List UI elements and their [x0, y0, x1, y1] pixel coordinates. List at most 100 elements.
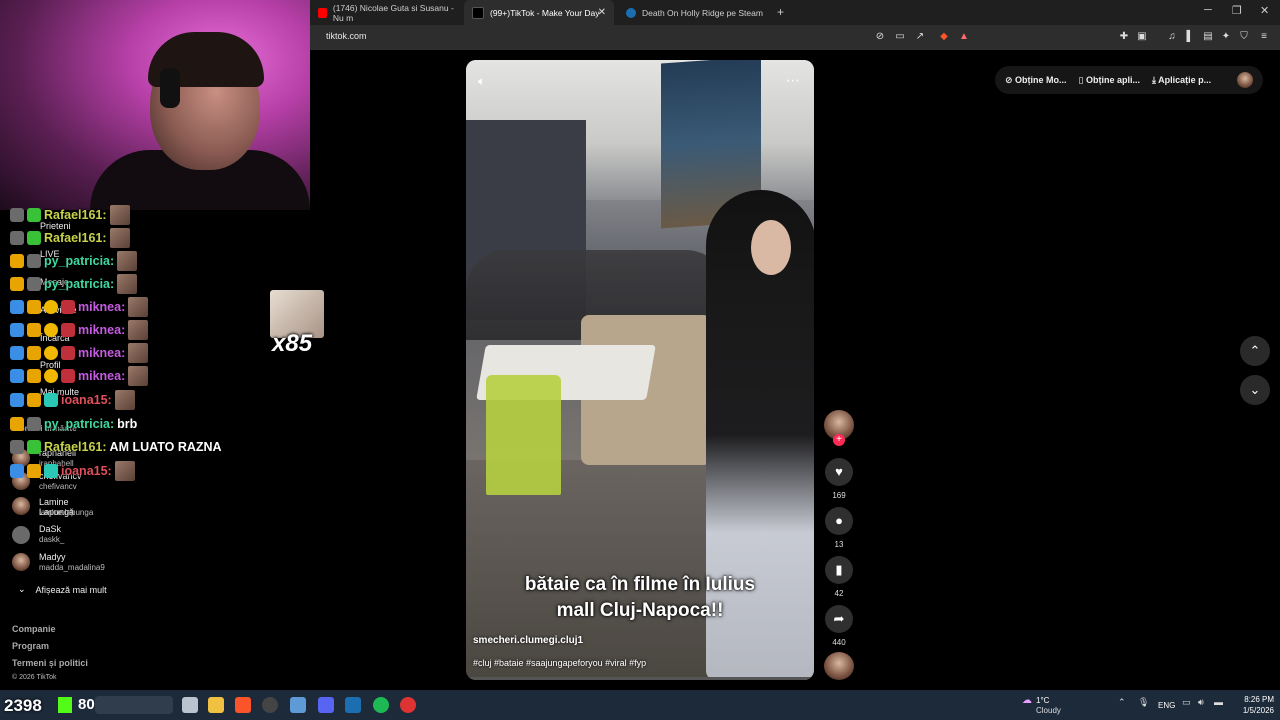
restore-icon[interactable]: ❐ — [1232, 4, 1242, 17]
weather-temp[interactable]: 1°C — [1036, 696, 1049, 705]
clock-date[interactable]: 1/5/2026 — [1234, 706, 1274, 715]
vpn-icon[interactable]: ⛉ — [1238, 31, 1250, 43]
avatar — [12, 497, 30, 515]
vip-badge-icon — [61, 346, 75, 360]
tray-chevron-up-icon[interactable]: ⌃ — [1118, 697, 1126, 708]
url-field[interactable]: tiktok.com — [326, 31, 367, 41]
video-author[interactable]: smecheri.clumegi.cluj1 — [473, 635, 583, 646]
webcam-overlay — [0, 0, 310, 210]
like-button[interactable]: ♥ — [825, 458, 853, 486]
share-button[interactable]: ➦ — [825, 605, 853, 633]
volume-tray-icon[interactable]: 🔊︎ — [1198, 697, 1204, 708]
chat-message: py_patricia: — [10, 273, 138, 295]
emote-icon — [114, 461, 135, 481]
windows-taskbar: ⌃ 🎙︎ ▭ 🔊︎ ▬ — [0, 690, 1280, 720]
chat-message: ioana15: — [10, 460, 135, 482]
clock-time[interactable]: 8:26 PM — [1234, 695, 1274, 704]
volume-icon[interactable]: 🔈︎ — [478, 74, 485, 89]
footer-terms[interactable]: Termeni și politici — [12, 658, 88, 668]
og-badge-icon — [44, 464, 58, 478]
crown-badge-icon — [27, 300, 41, 314]
account-handle: daskk_ — [39, 535, 65, 544]
more-options-icon[interactable]: ⋯ — [786, 72, 800, 89]
previous-video-button[interactable]: ⌃ — [1240, 336, 1270, 366]
get-coins-button[interactable]: ⊘ Obține Mo... — [1005, 75, 1067, 86]
footer-copyright: © 2026 TikTok — [12, 674, 57, 681]
sidebar-icon[interactable]: ▌ — [1184, 31, 1196, 43]
extensions-icon[interactable]: ✚ — [1118, 31, 1130, 43]
language-indicator[interactable]: ENG — [1158, 701, 1175, 710]
comment-button[interactable]: ● — [825, 507, 853, 535]
wallet-icon[interactable]: ▤ — [1202, 31, 1214, 43]
chat-message: py_patricia: brb — [10, 413, 137, 435]
tab-label: (99+)TikTok - Make Your Day — [490, 7, 600, 18]
sub-badge-icon — [27, 208, 41, 222]
battery-icon[interactable]: ▬ — [1214, 697, 1223, 707]
emote-icon — [117, 274, 138, 294]
video-hashtags[interactable]: #cluj #bataie #saajungapeforyou #viral #… — [473, 658, 646, 668]
network-icon[interactable]: ▭ — [1182, 697, 1191, 708]
file-explorer-icon[interactable] — [208, 697, 224, 713]
tab-label: (1746) Nicolae Guta si Susanu - Nu m — [332, 2, 454, 23]
video-scene-chair — [486, 375, 561, 495]
minimize-icon[interactable]: ─ — [1204, 4, 1212, 16]
footer-program[interactable]: Program — [12, 641, 49, 651]
taskbar-search-box[interactable] — [95, 696, 173, 714]
vip-badge-icon — [61, 300, 75, 314]
microphone-icon[interactable]: 🎙︎ — [1138, 697, 1149, 708]
chat-text: brb — [117, 417, 138, 431]
chat-username: miknea: — [78, 346, 126, 360]
menu-icon[interactable]: ≡ — [1258, 31, 1270, 43]
chat-message: py_patricia: — [10, 250, 138, 272]
next-video-button[interactable]: ⌄ — [1240, 375, 1270, 405]
get-app-button[interactable]: ▯ Obține apli... — [1079, 75, 1140, 86]
steam-icon[interactable] — [345, 697, 361, 713]
task-view-icon[interactable] — [182, 697, 198, 713]
leo-ai-icon[interactable]: ✦ — [1220, 31, 1232, 43]
sword-badge-icon — [10, 300, 24, 314]
chat-message: miknea: — [10, 319, 149, 341]
save-button[interactable]: ▮ — [825, 556, 853, 584]
address-bar: tiktok.com ⊘ ▭ ↗ ◆ ▲ ✚ ▣ ♫ ▌ ▤ ✦ ⛉ ≡ — [310, 25, 1280, 50]
sword-badge-icon — [10, 323, 24, 337]
close-tab-icon[interactable]: ✕ — [598, 7, 606, 18]
pc-app-button[interactable]: ⤓ Aplicație p... — [1152, 75, 1211, 86]
app-icon[interactable] — [400, 697, 416, 713]
chevron-up-icon: ⌃ — [1249, 343, 1261, 358]
sound-avatar[interactable] — [824, 652, 854, 680]
brave-icon[interactable] — [235, 697, 251, 713]
music-icon[interactable]: ♫ — [1166, 31, 1178, 43]
heart-icon: ♥ — [835, 464, 843, 479]
share-arrow-icon: ➦ — [833, 611, 845, 626]
obs-icon[interactable] — [262, 697, 278, 713]
spotify-icon[interactable] — [373, 697, 389, 713]
close-window-icon[interactable]: ✕ — [1260, 4, 1269, 17]
weather-cloud-icon: ☁ — [1022, 695, 1032, 706]
brave-shield-icon[interactable]: ◆ — [938, 31, 950, 43]
show-more-button[interactable]: ⌄ Afișează mai mult — [18, 584, 107, 595]
tab-youtube[interactable]: (1746) Nicolae Guta si Susanu - Nu m — [310, 0, 460, 25]
crown-badge-icon — [10, 254, 24, 268]
new-tab-button[interactable]: + — [777, 5, 784, 19]
chevron-down-icon: ⌄ — [18, 584, 26, 594]
store-icon[interactable] — [290, 697, 306, 713]
follow-plus-icon[interactable]: + — [833, 434, 845, 446]
tab-steam[interactable]: Death On Holly Ridge pe Steam — [618, 0, 768, 25]
chat-username: miknea: — [78, 323, 126, 337]
share-icon[interactable]: ↗ — [914, 31, 926, 43]
cast-icon[interactable]: ▭ — [894, 31, 906, 43]
share-count: 440 — [832, 638, 846, 647]
screenshot-icon[interactable]: ▣ — [1136, 31, 1148, 43]
video-scene-face — [751, 220, 791, 275]
tab-bar: (1746) Nicolae Guta si Susanu - Nu m (99… — [310, 0, 1280, 25]
video-progress-bar[interactable] — [466, 677, 814, 680]
reader-off-icon[interactable]: ⊘ — [874, 31, 886, 43]
footer-company[interactable]: Companie — [12, 624, 56, 634]
discord-icon[interactable] — [318, 697, 334, 713]
profile-avatar[interactable] — [1237, 72, 1253, 88]
brave-rewards-icon[interactable]: ▲ — [958, 31, 970, 43]
video-player[interactable]: 🔈︎ ⋯ bătaie ca în filme în Iulius mall C… — [466, 60, 814, 680]
viewer-count: 2398 — [4, 696, 42, 715]
gift-badge-icon — [44, 346, 58, 360]
tab-tiktok[interactable]: (99+)TikTok - Make Your Day ✕ — [464, 0, 614, 25]
